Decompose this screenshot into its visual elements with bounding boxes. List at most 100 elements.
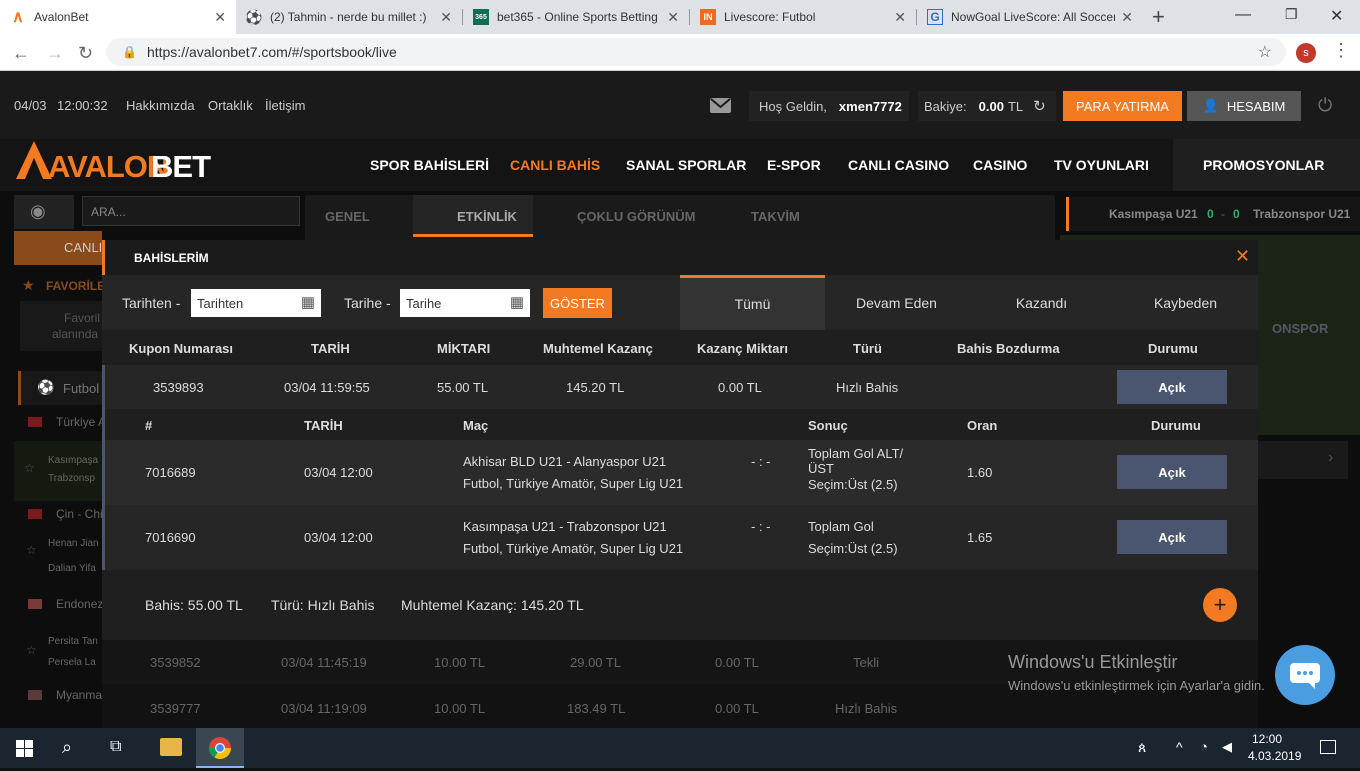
livescore-favicon: IN [700, 9, 716, 25]
refresh-balance-icon[interactable]: ↻ [1033, 97, 1046, 115]
expand-plus-button[interactable]: + [1203, 588, 1237, 622]
tab-livescore[interactable]: IN Livescore: Futbol ✕ [690, 0, 916, 34]
close-tab-icon[interactable]: ✕ [667, 9, 679, 26]
match-score: - : - [751, 519, 771, 534]
match-league: Futbol, Türkiye Amatör, Super Lig U21 [463, 476, 684, 491]
flag-myanmar-icon [28, 690, 42, 700]
windows-start-icon[interactable] [16, 740, 33, 757]
background-search-input[interactable]: ARA... [82, 196, 300, 226]
nav-sports[interactable]: SPOR BAHİSLERİ [370, 157, 489, 173]
mail-icon[interactable] [710, 98, 731, 113]
sidebar-match-live[interactable]: ☆ Kasımpaşa Trabzonsp [14, 441, 102, 501]
taskbar-date[interactable]: 4.03.2019 [1248, 749, 1301, 763]
deposit-button[interactable]: PARA YATIRMA [1063, 91, 1182, 121]
tab-all[interactable]: Tümü [680, 275, 825, 330]
close-modal-icon[interactable]: ✕ [1235, 246, 1250, 267]
file-explorer-icon[interactable] [160, 738, 182, 756]
username: xmen7772 [838, 98, 902, 114]
subtab-multi-view[interactable]: ÇOKLU GÖRÜNÜM [577, 209, 695, 224]
star-icon: ★ [22, 277, 35, 293]
network-icon[interactable]: ◔ [1200, 739, 1208, 754]
nav-virtual[interactable]: SANAL SPORLAR [626, 157, 746, 173]
nav-live[interactable]: CANLI BAHİS [510, 157, 600, 173]
calendar-icon[interactable]: ▦ [510, 293, 524, 311]
people-icon[interactable]: ጰ [1138, 739, 1146, 756]
bet-status-open-button[interactable]: Açık [1117, 455, 1227, 489]
nav-tv-games[interactable]: TV OYUNLARI [1054, 157, 1149, 173]
nav-esport[interactable]: E-SPOR [767, 157, 821, 173]
soccer-ball-icon: ⚽ [37, 379, 55, 395]
minimize-icon[interactable]: — [1235, 6, 1251, 24]
chevron-right-icon: › [1328, 449, 1334, 466]
close-tab-icon[interactable]: ✕ [214, 9, 226, 26]
avalonbet-logo[interactable]: AVALON BET [14, 139, 211, 185]
menu-dots-icon[interactable]: ⋮ [1332, 40, 1350, 61]
bet-detail-row[interactable]: 7016689 03/04 12:00 Akhisar BLD U21 - Al… [102, 440, 1258, 505]
close-tab-icon[interactable]: ✕ [894, 9, 906, 26]
link-contact[interactable]: İletişim [265, 98, 305, 113]
forward-icon[interactable]: → [46, 43, 64, 64]
bookmark-star-icon[interactable]: ☆ [1258, 42, 1272, 62]
bet365-favicon: 365 [473, 9, 489, 25]
detail-table-header: # TARİH Maç Sonuç Oran Durumu [102, 409, 1258, 440]
bet-status-open-button[interactable]: Açık [1117, 520, 1227, 554]
subtab-event[interactable]: ETKİNLİK [457, 209, 517, 224]
close-window-icon[interactable]: ✕ [1330, 6, 1343, 26]
logout-power-icon[interactable]: ⏻ [1318, 95, 1332, 116]
summary-type: Türü: Hızlı Bahis [271, 597, 375, 613]
notification-center-icon[interactable] [1320, 740, 1336, 754]
task-view-icon[interactable]: ⧉ [110, 738, 121, 756]
chrome-taskbar-button[interactable] [196, 728, 244, 768]
activation-watermark-title: Windows'u Etkinleştir [1008, 652, 1178, 672]
live-match-header[interactable]: Kasımpaşa U21 0 - 0 Trabzonspor U21 [1066, 197, 1360, 231]
tab-won[interactable]: Kazandı [969, 275, 1114, 330]
balance-box: Bakiye: 0.00 TL ↻ [918, 91, 1056, 121]
nav-live-casino[interactable]: CANLI CASINO [848, 157, 949, 173]
sidebar-live-button[interactable]: CANLI [14, 231, 102, 265]
nav-promotions[interactable]: PROMOSYONLAR [1173, 139, 1360, 191]
search-icon[interactable]: ⌕ [62, 737, 72, 758]
tab-avalonbet[interactable]: ∧ AvalonBet ✕ [0, 0, 236, 34]
tab-bet365[interactable]: 365 bet365 - Online Sports Betting ✕ [463, 0, 689, 34]
coupon-row[interactable]: 3539893 03/04 11:59:55 55.00 TL 145.20 T… [102, 365, 1258, 409]
modal-title: BAHİSLERİM [134, 251, 209, 265]
current-date: 04/03 [14, 98, 47, 113]
maximize-icon[interactable]: ❐ [1285, 6, 1298, 23]
live-chat-button[interactable] [1275, 645, 1335, 705]
address-bar[interactable]: 🔒 https://avalonbet7.com/#/sportsbook/li… [106, 38, 1286, 66]
star-outline-icon: ☆ [26, 543, 37, 557]
tab-tahmin[interactable]: ⚽ (2) Tahmin - nerde bu millet :) ✕ [236, 0, 462, 34]
link-about[interactable]: Hakkımızda [126, 98, 195, 113]
to-date-input[interactable]: Tarihe ▦ [400, 289, 530, 317]
close-tab-icon[interactable]: ✕ [1121, 9, 1133, 26]
new-tab-icon[interactable]: + [1152, 4, 1165, 30]
bet-detail-row[interactable]: 7016690 03/04 12:00 Kasımpaşa U21 - Trab… [102, 505, 1258, 570]
close-tab-icon[interactable]: ✕ [440, 9, 452, 26]
match-score: - : - [751, 454, 771, 469]
taskbar-time[interactable]: 12:00 [1252, 732, 1282, 746]
link-affiliate[interactable]: Ortaklık [208, 98, 253, 113]
welcome-box: Hoş Geldin, xmen7772 [749, 91, 909, 121]
tab-nowgoal[interactable]: G NowGoal LiveScore: All Soccer ✕ [917, 0, 1143, 34]
nav-casino[interactable]: CASINO [973, 157, 1027, 173]
eye-icon[interactable]: ◉ [14, 195, 74, 229]
reload-icon[interactable]: ↻ [78, 43, 93, 64]
back-icon[interactable]: ← [12, 43, 30, 64]
show-button[interactable]: GÖSTER [543, 288, 612, 318]
side-arrow-row[interactable]: › [1258, 441, 1348, 479]
account-button[interactable]: 👤 HESABIM [1187, 91, 1301, 121]
from-date-input[interactable]: Tarihten ▦ [191, 289, 321, 317]
profile-avatar[interactable]: s [1296, 43, 1316, 63]
calendar-icon[interactable]: ▦ [301, 293, 315, 311]
tab-ongoing[interactable]: Devam Eden [824, 275, 969, 330]
summary-bet: Bahis: 55.00 TL [145, 597, 243, 613]
sidebar-football[interactable]: ⚽ Futbol [18, 371, 102, 405]
coupon-status-open-button[interactable]: Açık [1117, 370, 1227, 404]
tray-chevron-up-icon[interactable]: ^ [1176, 739, 1183, 755]
volume-icon[interactable]: ◀ [1222, 739, 1232, 755]
subtab-calendar[interactable]: TAKVİM [751, 209, 800, 224]
tab-lost[interactable]: Kaybeden [1113, 275, 1258, 330]
favorites-box: Favoril alanında [20, 301, 102, 351]
flag-china-icon [28, 509, 42, 519]
subtab-general[interactable]: GENEL [325, 209, 370, 224]
